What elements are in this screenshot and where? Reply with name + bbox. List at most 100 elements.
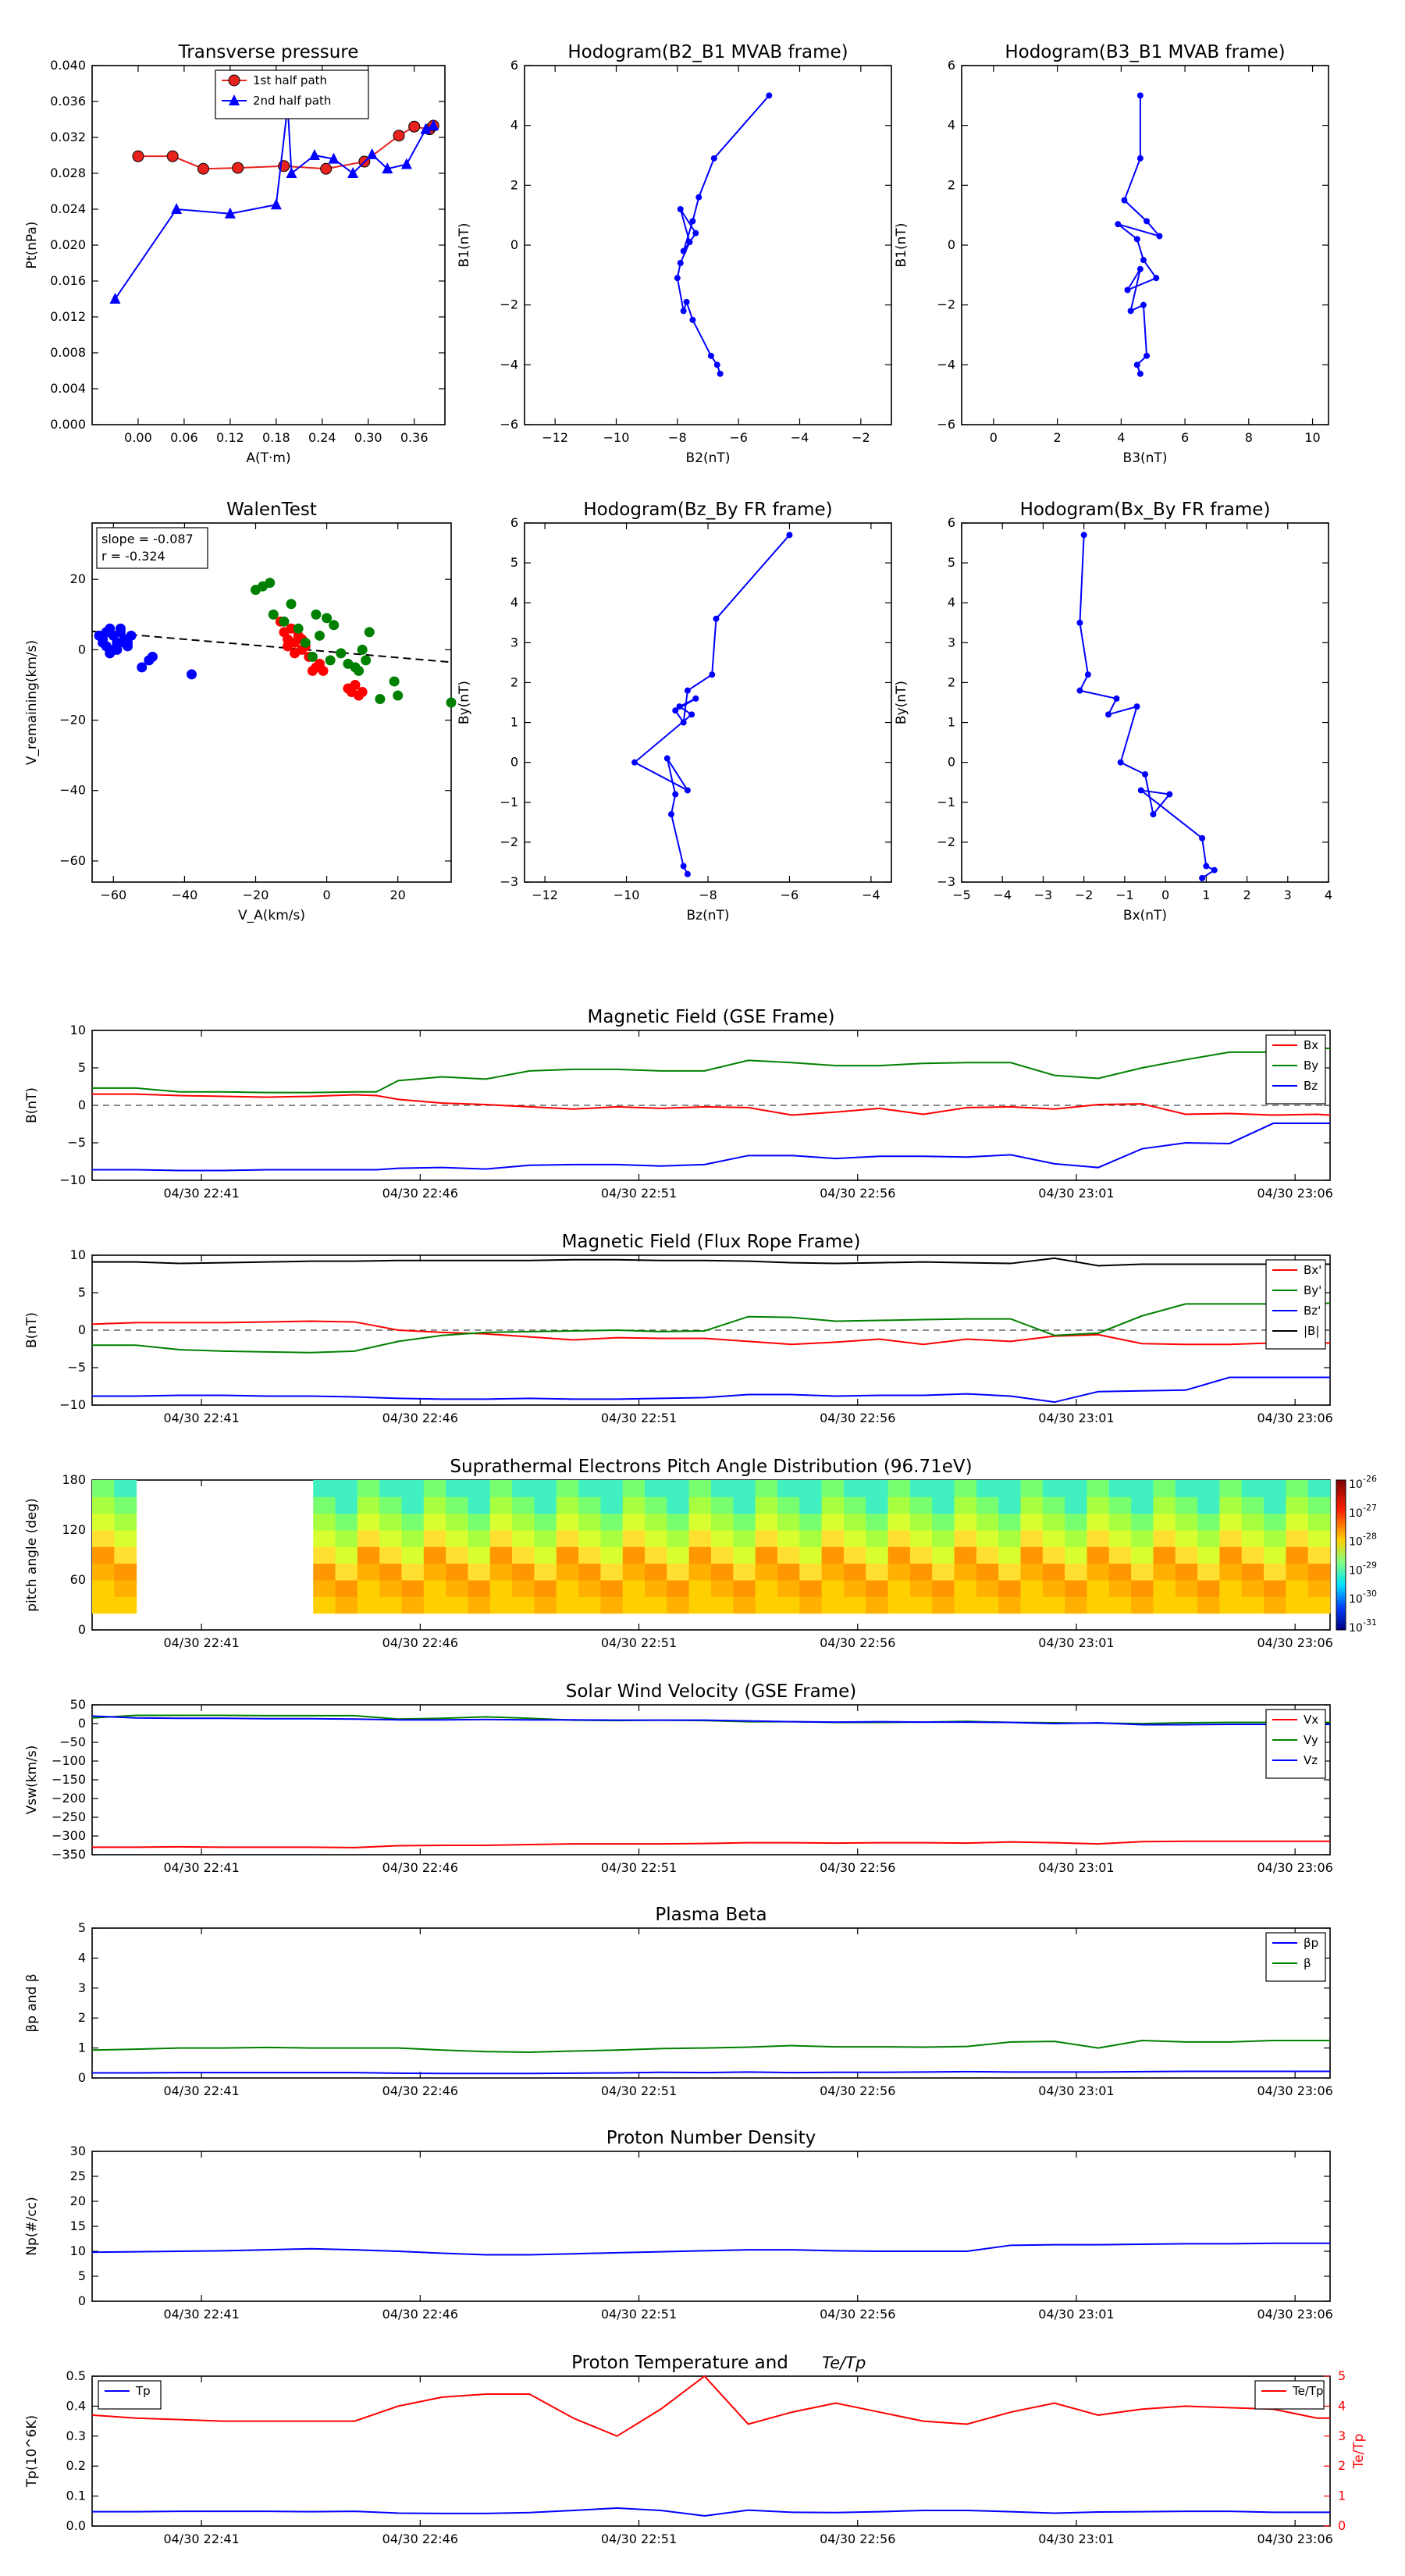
x-tick-label: −4 [993, 888, 1012, 902]
y-axis-label: By(nT) [457, 681, 472, 724]
y-tick-label: −200 [52, 1791, 86, 1806]
data-point [1140, 301, 1147, 308]
panel-pt: Transverse pressure 0.00 0.06 0.12 0.18 0.24 0… [24, 42, 446, 466]
y-tick-label: 25 [70, 2169, 86, 2183]
heatmap-cell [821, 1513, 845, 1531]
heatmap-cell [843, 1480, 866, 1497]
x-tick-label: 04/30 22:56 [820, 2307, 895, 2322]
heatmap-cell [645, 1480, 667, 1497]
data-point [268, 609, 279, 620]
x-tick-label: 20 [390, 888, 406, 902]
heatmap-cell [976, 1596, 999, 1614]
heatmap-cell [114, 1546, 137, 1564]
colorbar-exponent: -27 [1363, 1503, 1377, 1513]
heatmap-cell [1153, 1580, 1176, 1597]
x-tick-label: −3 [1034, 888, 1053, 902]
data-point [408, 120, 421, 133]
heatmap-cell [357, 1480, 380, 1497]
heatmap-cell [423, 1480, 446, 1497]
x-tick-label: 0 [323, 888, 331, 902]
data-point [692, 695, 699, 702]
y-axis-label: Np(#/cc) [24, 2197, 40, 2255]
heatmap-cell [799, 1530, 823, 1547]
heatmap-cell [755, 1580, 778, 1597]
heatmap-cell [799, 1563, 823, 1581]
heatmap-cell [423, 1513, 446, 1531]
data-point [1203, 863, 1210, 870]
heatmap-cell [600, 1546, 624, 1564]
heatmap-cell [512, 1513, 535, 1531]
legend-label: 2nd half path [253, 94, 331, 108]
heatmap-cell [1065, 1496, 1087, 1514]
y-tick-label: 3 [948, 635, 955, 649]
heatmap-cell [1108, 1546, 1132, 1564]
data-point [364, 627, 375, 638]
heatmap-cell [468, 1580, 491, 1597]
heatmap-cell [534, 1563, 557, 1581]
y-tick-label: 0.016 [50, 273, 86, 288]
colorbar [1336, 1479, 1346, 1631]
heatmap-cell [843, 1596, 866, 1614]
chart-title: Hodogram(Bx_By FR frame) [1020, 500, 1271, 520]
heatmap-cell [512, 1496, 535, 1514]
heatmap-cell [976, 1513, 999, 1531]
heatmap-cell [866, 1580, 889, 1597]
heatmap-cell [733, 1530, 756, 1547]
y-tick-label: −40 [59, 783, 86, 798]
heatmap-cell [777, 1563, 800, 1581]
heatmap-cell [1153, 1513, 1176, 1531]
heatmap-cell [446, 1513, 468, 1531]
y-tick-label: −100 [52, 1753, 86, 1768]
heatmap-cell [866, 1530, 889, 1547]
x-tick-label: 04/30 22:56 [820, 1411, 895, 1425]
heatmap-cell [1219, 1563, 1243, 1581]
heatmap-cell [401, 1580, 425, 1597]
heatmap-cell [1131, 1496, 1154, 1514]
heatmap-cell [1042, 1580, 1065, 1597]
heatmap-cell [821, 1546, 845, 1564]
series-line-By [92, 1048, 1330, 1094]
heatmap-cell [1241, 1480, 1264, 1497]
heatmap-cell [357, 1530, 380, 1547]
heatmap-cell [1197, 1513, 1220, 1531]
y2-tick-label: 4 [1338, 2398, 1346, 2413]
heatmap-cell [866, 1480, 889, 1497]
heatmap-cell [1175, 1480, 1198, 1497]
heatmap-cell [1241, 1596, 1264, 1614]
y2-axis-label: Te/Tp [1351, 2434, 1367, 2470]
heatmap-cell [489, 1546, 513, 1564]
heatmap-cell [1153, 1546, 1176, 1564]
data-point [709, 671, 716, 678]
data-point [314, 630, 325, 641]
heatmap-cell [468, 1513, 491, 1531]
legend-box [98, 2380, 162, 2410]
heatmap-cell [512, 1563, 535, 1581]
heatmap-cell [1219, 1496, 1243, 1514]
data-point [1076, 619, 1083, 626]
heatmap-cell [866, 1596, 889, 1614]
y-tick-label: 1 [78, 2041, 86, 2055]
y-axis-label: By(nT) [894, 681, 909, 724]
heatmap-cell [887, 1513, 911, 1531]
y-tick-label: 4 [948, 118, 955, 133]
heatmap-cell [667, 1530, 690, 1547]
data-point [631, 759, 638, 766]
heatmap-cell [711, 1546, 734, 1564]
heatmap-cell [954, 1530, 977, 1547]
heatmap-cell [645, 1530, 667, 1547]
data-point [1133, 361, 1140, 368]
heatmap-cell [887, 1530, 911, 1547]
y-tick-label: −50 [59, 1735, 86, 1749]
data-point [1142, 771, 1148, 777]
y-tick-label: 50 [70, 1697, 86, 1712]
y-tick-label: 6 [510, 515, 518, 530]
y-tick-label: 10 [70, 2243, 86, 2258]
heatmap-cell [357, 1546, 380, 1564]
y-tick-label: 0.036 [50, 94, 86, 109]
heatmap-cell [114, 1530, 137, 1547]
heatmap-cell [909, 1546, 933, 1564]
heatmap-cell [578, 1530, 601, 1547]
heatmap-cell [1108, 1480, 1132, 1497]
heatmap-cell [600, 1563, 624, 1581]
x-tick-label: 04/30 22:51 [601, 2532, 677, 2546]
